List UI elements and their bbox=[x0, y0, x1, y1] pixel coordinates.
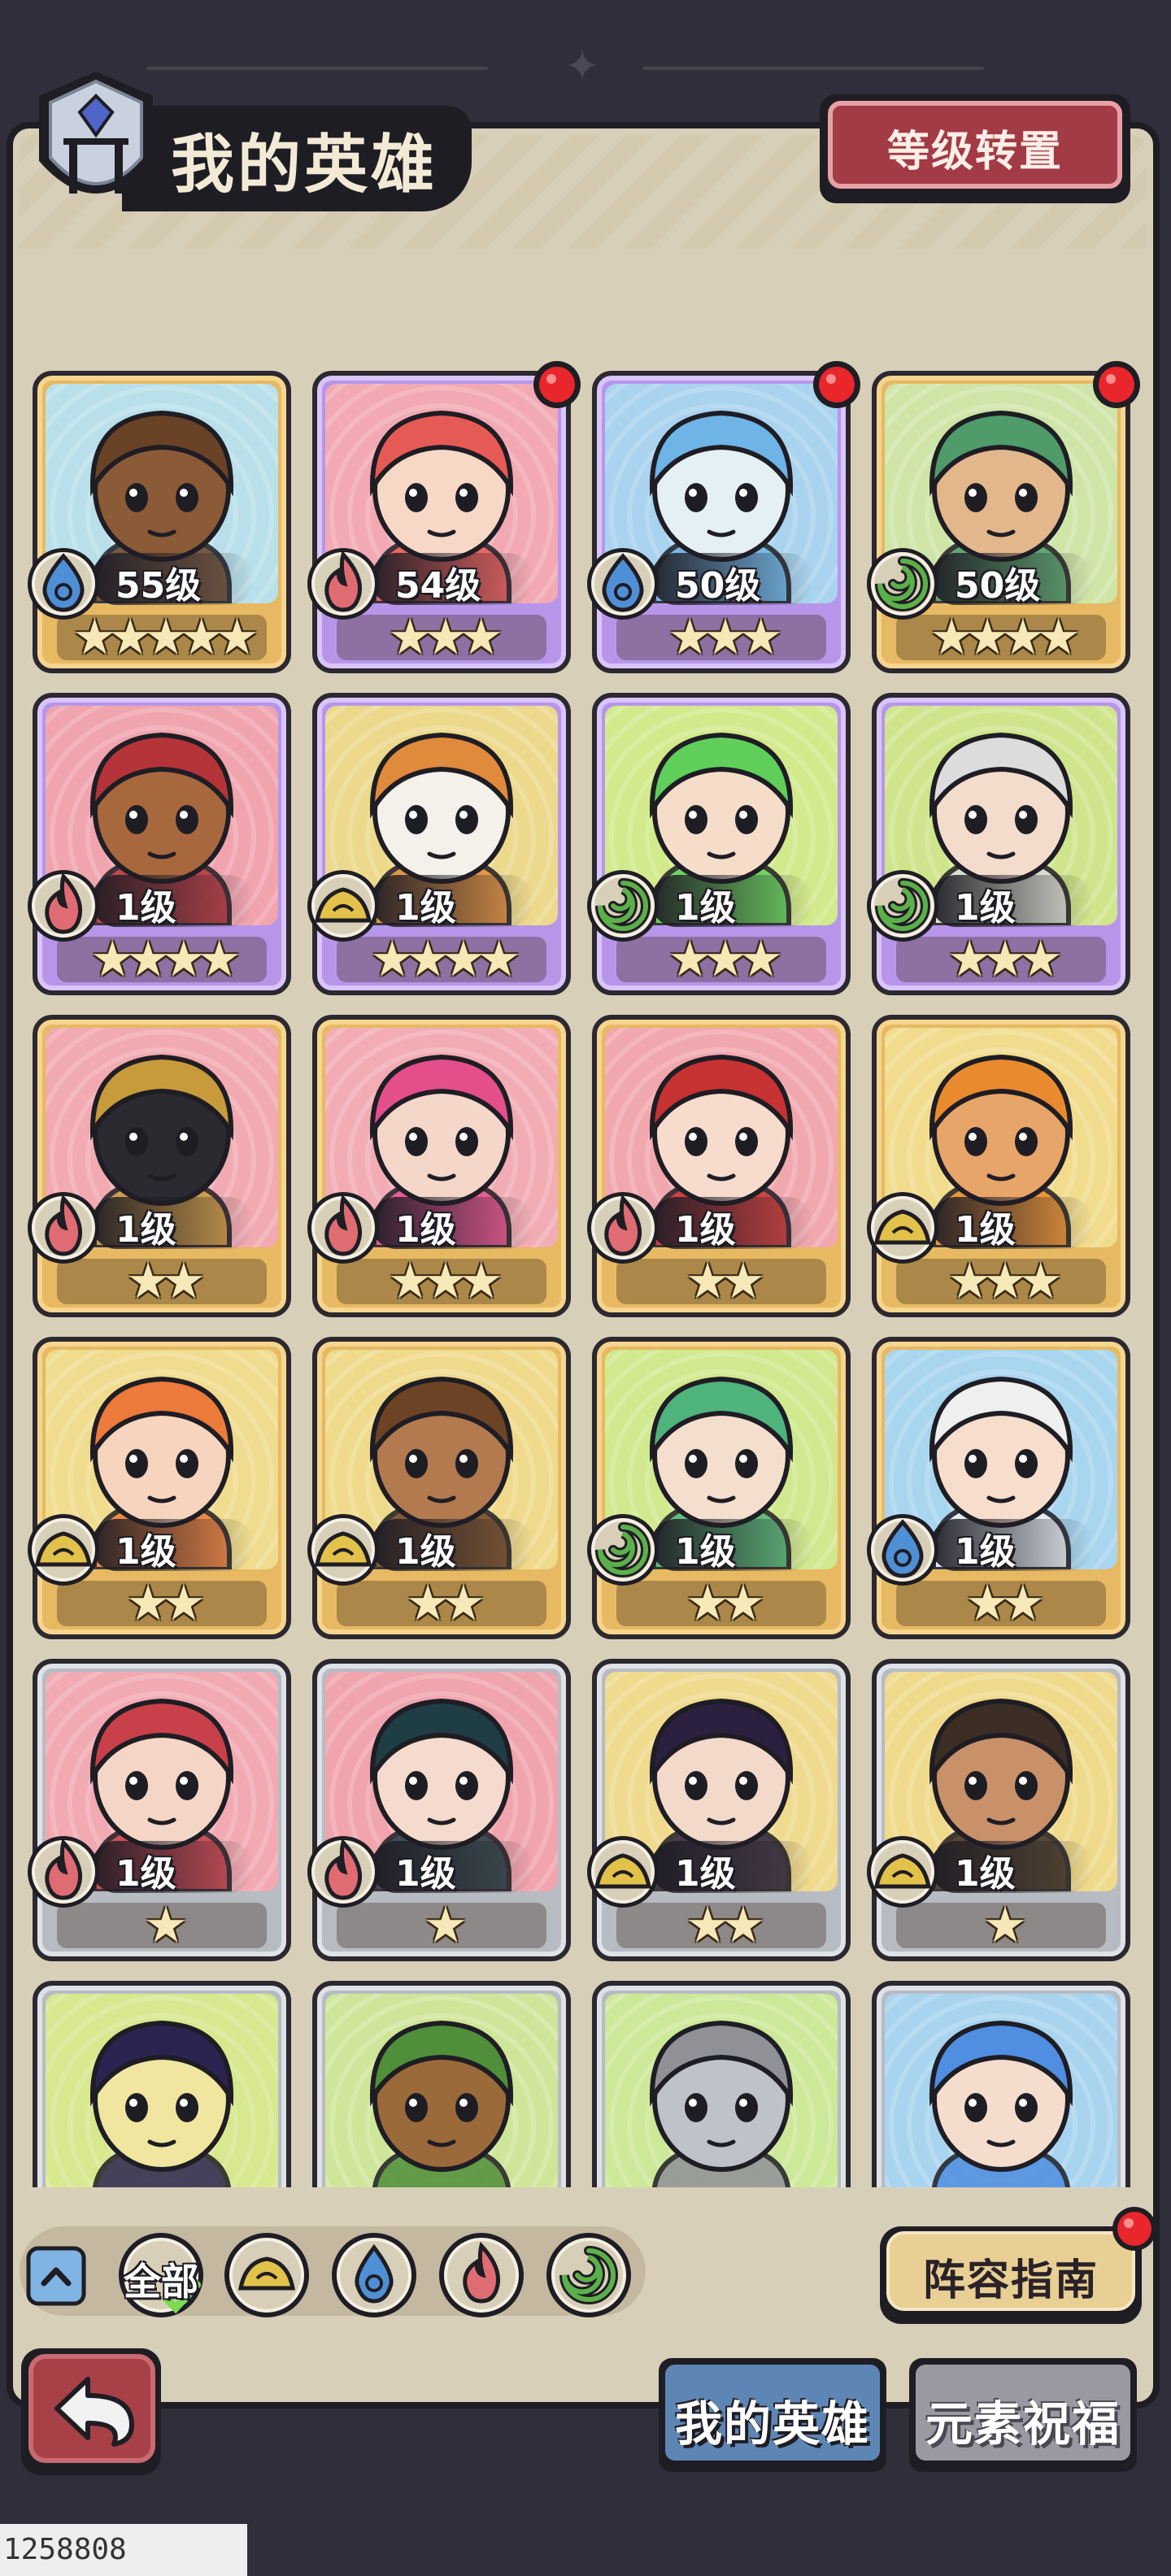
collapse-button[interactable] bbox=[26, 2246, 86, 2306]
hero-card[interactable]: ★★★★ 1级 bbox=[307, 693, 571, 995]
hero-card[interactable]: ★★★ 1级 bbox=[307, 1015, 571, 1317]
hero-card[interactable] bbox=[592, 1981, 851, 2187]
hero-level: 1级 bbox=[955, 1853, 1016, 1895]
hero-card[interactable]: ★ 1级 bbox=[867, 1659, 1130, 1961]
helmet-icon bbox=[39, 72, 153, 194]
fire-element-icon bbox=[587, 1192, 659, 1264]
wind-element-icon bbox=[867, 870, 938, 942]
fire-element-icon bbox=[307, 1836, 379, 1908]
wind-element-icon bbox=[587, 870, 659, 942]
fire-element-icon bbox=[307, 548, 379, 620]
filter-all-label: 全部 bbox=[124, 2260, 198, 2304]
hero-level: 1级 bbox=[955, 1209, 1016, 1251]
hero-level: 1级 bbox=[955, 887, 1016, 929]
fire-element-icon bbox=[28, 1192, 99, 1264]
notification-dot-icon bbox=[533, 361, 581, 408]
notification-dot-icon bbox=[813, 361, 860, 408]
level-transfer-button[interactable]: 等级转置 bbox=[820, 94, 1130, 203]
hero-level: 1级 bbox=[675, 1209, 736, 1251]
hero-card[interactable] bbox=[33, 1981, 291, 2187]
earth-element-icon bbox=[307, 870, 379, 942]
hero-card[interactable]: ★★★ 50级 bbox=[587, 361, 860, 673]
tab-element-blessing[interactable]: 元素祝福 bbox=[909, 2358, 1137, 2472]
hero-level: 1级 bbox=[675, 1853, 736, 1895]
tab-element-blessing-label: 元素祝福 bbox=[925, 2396, 1121, 2452]
hero-card[interactable]: ★★ 1级 bbox=[587, 1015, 851, 1317]
water-element-icon bbox=[587, 548, 659, 620]
hero-card[interactable]: ★★ 1级 bbox=[867, 1337, 1130, 1639]
notification-dot-icon bbox=[1093, 361, 1140, 408]
water-element-icon bbox=[867, 1514, 938, 1586]
hero-card[interactable] bbox=[872, 1981, 1130, 2187]
fire-element-icon bbox=[28, 870, 99, 942]
level-transfer-label: 等级转置 bbox=[886, 128, 1063, 176]
hero-level: 50级 bbox=[955, 565, 1041, 607]
tab-my-heroes[interactable]: 我的英雄 bbox=[659, 2358, 886, 2472]
hero-card[interactable]: ★★ 1级 bbox=[28, 1015, 291, 1317]
hero-card[interactable]: ★★★ 54级 bbox=[307, 361, 581, 673]
debug-id-text: 1258808 4e2f73 bbox=[0, 2524, 247, 2576]
hero-level: 1级 bbox=[115, 1531, 176, 1573]
hero-level: 1级 bbox=[675, 1531, 736, 1573]
hero-portrait bbox=[649, 2020, 794, 2187]
hero-level: 1级 bbox=[675, 887, 736, 929]
hero-grid: ★★★★★ 55级 ★★★ 54级 ★★★ 50级 ★★★★ 50级 ★★★★ 1级 ★★★★ 1级 ★… bbox=[24, 358, 1147, 2187]
hero-level: 1级 bbox=[395, 887, 456, 929]
filter-wind-button[interactable] bbox=[543, 2230, 634, 2321]
hero-portrait bbox=[89, 2020, 234, 2187]
hero-card[interactable]: ★ 1级 bbox=[307, 1659, 571, 1961]
hero-level: 1级 bbox=[395, 1853, 456, 1895]
hero-card[interactable]: ★★ 1级 bbox=[307, 1337, 571, 1639]
hero-card[interactable]: ★ 1级 bbox=[28, 1659, 291, 1961]
hero-card[interactable]: ★★★★★ 55级 bbox=[28, 371, 291, 673]
filter-water-button[interactable] bbox=[329, 2230, 420, 2321]
wind-element-icon bbox=[587, 1514, 659, 1586]
back-button[interactable] bbox=[18, 2345, 164, 2482]
hero-card[interactable]: ★★ 1级 bbox=[587, 1659, 851, 1961]
hero-level: 1级 bbox=[395, 1531, 456, 1573]
hero-level: 1级 bbox=[115, 1853, 176, 1895]
hero-screen: { "title": "我的英雄", "level_transfer_label… bbox=[0, 0, 1171, 2576]
hero-level: 55级 bbox=[115, 565, 202, 607]
decor-line bbox=[642, 67, 984, 70]
filter-all-button[interactable]: 全部 bbox=[115, 2230, 207, 2321]
hero-card[interactable]: ★★★ 1级 bbox=[867, 1015, 1130, 1317]
lineup-guide-label: 阵容指南 bbox=[922, 2256, 1099, 2305]
hero-card[interactable]: ★★★★ 50级 bbox=[867, 361, 1140, 673]
hero-level: 54级 bbox=[395, 565, 481, 607]
notification-dot-icon bbox=[1112, 2207, 1156, 2251]
earth-element-icon bbox=[28, 1514, 99, 1586]
hero-card[interactable]: ★★★ 1级 bbox=[867, 693, 1130, 995]
hero-card[interactable] bbox=[312, 1981, 571, 2187]
fire-element-icon bbox=[307, 1192, 379, 1264]
earth-element-icon bbox=[587, 1836, 659, 1908]
hero-card[interactable]: ★★ 1级 bbox=[587, 1337, 851, 1639]
hero-level: 1级 bbox=[115, 887, 176, 929]
hero-level: 50级 bbox=[675, 565, 761, 607]
hero-portrait bbox=[929, 2020, 1073, 2187]
hero-portrait bbox=[369, 2020, 514, 2187]
hero-level: 1级 bbox=[395, 1209, 456, 1251]
earth-element-icon bbox=[867, 1192, 938, 1264]
hero-card[interactable]: ★★ 1级 bbox=[28, 1337, 291, 1639]
decor-line bbox=[146, 67, 488, 70]
hero-level: 1级 bbox=[955, 1531, 1016, 1573]
page-title: 我的英雄 bbox=[171, 128, 438, 202]
hero-level: 1级 bbox=[115, 1209, 176, 1251]
wind-element-icon bbox=[867, 548, 938, 620]
filter-earth-button[interactable] bbox=[221, 2230, 312, 2321]
tab-my-heroes-label: 我的英雄 bbox=[674, 2396, 870, 2452]
earth-element-icon bbox=[307, 1514, 379, 1586]
water-element-icon bbox=[28, 548, 99, 620]
fire-element-icon bbox=[28, 1836, 99, 1908]
lineup-guide-button[interactable]: 阵容指南 bbox=[880, 2226, 1142, 2324]
earth-element-icon bbox=[867, 1836, 938, 1908]
hero-card[interactable]: ★★★★ 1级 bbox=[28, 693, 291, 995]
sparkle-icon: ✦ bbox=[564, 42, 600, 91]
filter-fire-button[interactable] bbox=[436, 2230, 527, 2321]
hero-card[interactable]: ★★★ 1级 bbox=[587, 693, 851, 995]
